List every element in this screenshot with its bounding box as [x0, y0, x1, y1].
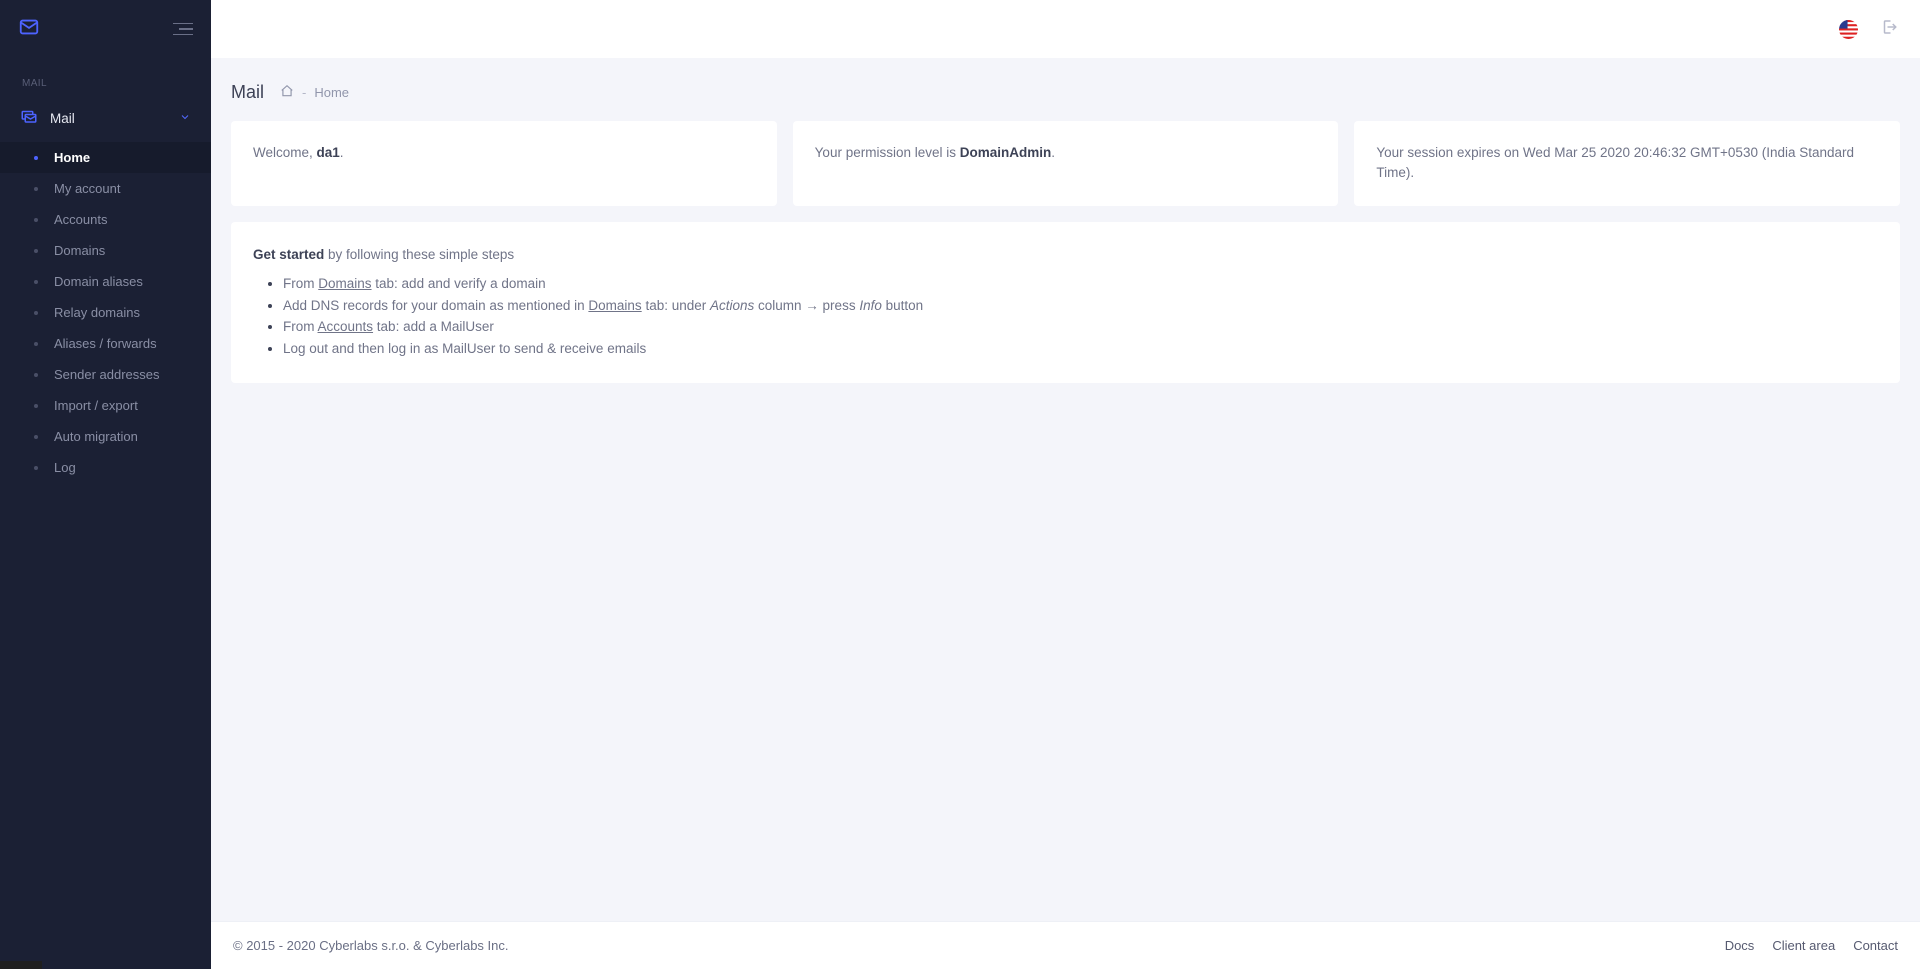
page-header: Mail - Home: [231, 58, 1900, 121]
sidebar-section-label: MAIL: [0, 58, 211, 97]
summary-cards-row: Welcome, da1. Your permission level is D…: [231, 121, 1900, 206]
sidebar-item-label: Domains: [54, 243, 105, 258]
sidebar-item-relay-domains[interactable]: Relay domains: [0, 297, 211, 328]
step-item: Add DNS records for your domain as menti…: [283, 295, 1878, 317]
sidebar-item-domains[interactable]: Domains: [0, 235, 211, 266]
menu-toggle-icon[interactable]: [173, 23, 193, 36]
step-item: From Domains tab: add and verify a domai…: [283, 273, 1878, 295]
sidebar-item-auto-migration[interactable]: Auto migration: [0, 421, 211, 452]
bullet-icon: [34, 466, 38, 470]
sidebar-item-mail[interactable]: Mail: [0, 97, 211, 140]
permission-prefix: Your permission level is: [815, 145, 960, 160]
sidebar-item-label: Accounts: [54, 212, 107, 227]
breadcrumb: - Home: [280, 84, 349, 101]
content-area: Mail - Home Welcome, da1. Your permissio…: [211, 58, 1920, 921]
sidebar-item-sender-addresses[interactable]: Sender addresses: [0, 359, 211, 390]
os-taskbar-sliver: [0, 961, 42, 969]
sidebar-item-label: Sender addresses: [54, 367, 160, 382]
breadcrumb-current: Home: [314, 85, 349, 100]
session-card: Your session expires on Wed Mar 25 2020 …: [1354, 121, 1900, 206]
permission-level: DomainAdmin: [960, 145, 1052, 160]
step-em: Actions: [710, 298, 754, 313]
step-text: tab: add a MailUser: [373, 319, 494, 334]
welcome-username: da1: [317, 145, 340, 160]
domains-link[interactable]: Domains: [588, 298, 641, 313]
mail-group-icon: [20, 107, 38, 130]
sidebar-item-label: Auto migration: [54, 429, 138, 444]
get-started-heading: Get started: [253, 247, 324, 262]
bullet-icon: [34, 404, 38, 408]
bullet-icon: [34, 249, 38, 253]
step-text: column → press: [754, 298, 859, 313]
bullet-icon: [34, 311, 38, 315]
footer-links: Docs Client area Contact: [1725, 938, 1898, 953]
step-text: Add DNS records for your domain as menti…: [283, 298, 588, 313]
step-text: tab: under: [642, 298, 710, 313]
sidebar-item-label: Relay domains: [54, 305, 140, 320]
sidebar-item-accounts[interactable]: Accounts: [0, 204, 211, 235]
sidebar-item-home[interactable]: Home: [0, 142, 211, 173]
logout-icon[interactable]: [1880, 18, 1898, 41]
page-title: Mail: [231, 82, 264, 103]
app-logo-icon[interactable]: [18, 16, 40, 43]
sidebar-item-label: Home: [54, 150, 90, 165]
bullet-icon: [34, 373, 38, 377]
get-started-card: Get started by following these simple st…: [231, 222, 1900, 384]
sidebar-item-import-export[interactable]: Import / export: [0, 390, 211, 421]
step-text: From: [283, 319, 318, 334]
sidebar-top: [0, 0, 211, 58]
sidebar-subnav: Home My account Accounts Domains Domain …: [0, 140, 211, 485]
bullet-icon: [34, 187, 38, 191]
get-started-subtext: by following these simple steps: [324, 247, 514, 262]
step-item: Log out and then log in as MailUser to s…: [283, 338, 1878, 360]
footer-link-client-area[interactable]: Client area: [1772, 938, 1835, 953]
sidebar-item-my-account[interactable]: My account: [0, 173, 211, 204]
sidebar-item-domain-aliases[interactable]: Domain aliases: [0, 266, 211, 297]
sidebar: MAIL Mail Home My account Accounts Domai…: [0, 0, 211, 969]
step-em: Info: [859, 298, 882, 313]
breadcrumb-separator: -: [302, 85, 306, 100]
bullet-icon: [34, 218, 38, 222]
steps-list: From Domains tab: add and verify a domai…: [253, 273, 1878, 359]
permission-card: Your permission level is DomainAdmin.: [793, 121, 1339, 206]
bullet-icon: [34, 156, 38, 160]
step-text: tab: add and verify a domain: [372, 276, 546, 291]
sidebar-item-aliases-forwards[interactable]: Aliases / forwards: [0, 328, 211, 359]
sidebar-item-label: Mail: [50, 111, 75, 126]
sidebar-item-label: Aliases / forwards: [54, 336, 157, 351]
sidebar-item-label: My account: [54, 181, 120, 196]
bullet-icon: [34, 280, 38, 284]
footer-link-contact[interactable]: Contact: [1853, 938, 1898, 953]
footer: © 2015 - 2020 Cyberlabs s.r.o. & Cyberla…: [211, 921, 1920, 969]
accounts-link[interactable]: Accounts: [318, 319, 374, 334]
locale-flag-icon[interactable]: [1839, 20, 1858, 39]
sidebar-item-label: Log: [54, 460, 76, 475]
session-text: Your session expires on Wed Mar 25 2020 …: [1376, 145, 1854, 180]
sidebar-item-label: Import / export: [54, 398, 138, 413]
home-icon[interactable]: [280, 84, 294, 101]
main-column: Mail - Home Welcome, da1. Your permissio…: [211, 0, 1920, 969]
chevron-down-icon: [179, 110, 191, 128]
step-item: From Accounts tab: add a MailUser: [283, 316, 1878, 338]
bullet-icon: [34, 435, 38, 439]
welcome-suffix: .: [340, 145, 344, 160]
topbar: [211, 0, 1920, 58]
step-text: From: [283, 276, 318, 291]
sidebar-item-log[interactable]: Log: [0, 452, 211, 483]
domains-link[interactable]: Domains: [318, 276, 371, 291]
bullet-icon: [34, 342, 38, 346]
sidebar-item-label: Domain aliases: [54, 274, 143, 289]
welcome-prefix: Welcome,: [253, 145, 317, 160]
welcome-card: Welcome, da1.: [231, 121, 777, 206]
footer-link-docs[interactable]: Docs: [1725, 938, 1755, 953]
permission-suffix: .: [1051, 145, 1055, 160]
step-text: button: [882, 298, 923, 313]
step-text: Log out and then log in as MailUser to s…: [283, 341, 646, 356]
footer-copyright: © 2015 - 2020 Cyberlabs s.r.o. & Cyberla…: [233, 938, 509, 953]
